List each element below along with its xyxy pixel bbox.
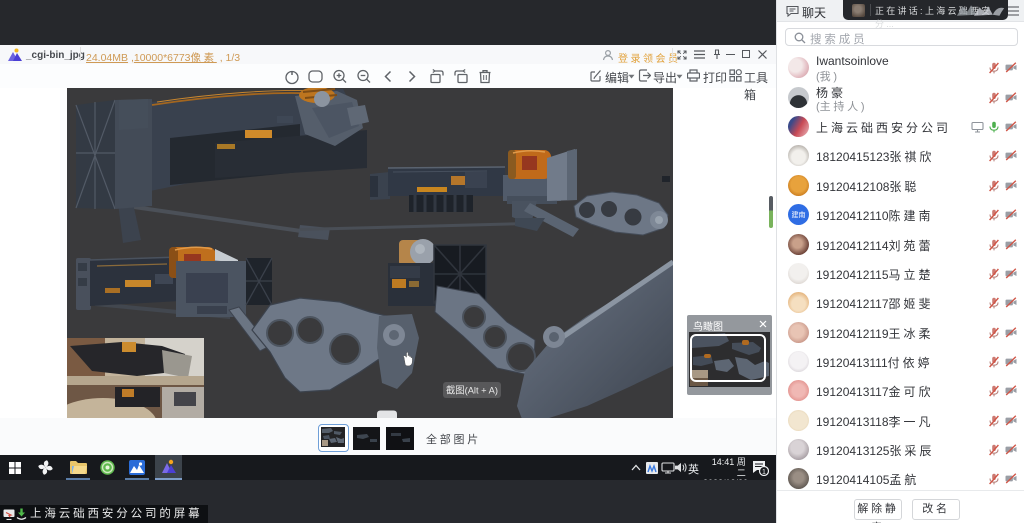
svg-text:1: 1 <box>762 469 766 476</box>
svg-text:截图(Alt + A): 截图(Alt + A) <box>446 385 498 397</box>
